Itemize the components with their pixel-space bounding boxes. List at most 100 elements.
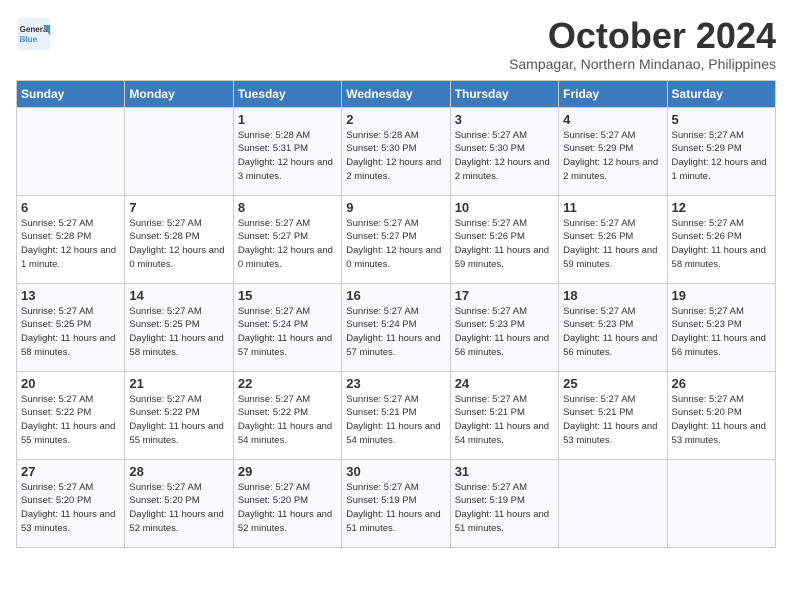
- day-info: Sunrise: 5:27 AM Sunset: 5:23 PM Dayligh…: [455, 305, 554, 360]
- day-info: Sunrise: 5:28 AM Sunset: 5:31 PM Dayligh…: [238, 129, 337, 184]
- day-info: Sunrise: 5:27 AM Sunset: 5:24 PM Dayligh…: [346, 305, 445, 360]
- calendar-cell: 29 Sunrise: 5:27 AM Sunset: 5:20 PM Dayli…: [233, 459, 341, 547]
- day-info: Sunrise: 5:27 AM Sunset: 5:28 PM Dayligh…: [129, 217, 228, 272]
- day-info: Sunrise: 5:27 AM Sunset: 5:26 PM Dayligh…: [455, 217, 554, 272]
- day-number: 11: [563, 200, 662, 215]
- calendar-cell: 3 Sunrise: 5:27 AM Sunset: 5:30 PM Daylig…: [450, 107, 558, 195]
- calendar-cell: [17, 107, 125, 195]
- calendar-week-row: 6 Sunrise: 5:27 AM Sunset: 5:28 PM Daylig…: [17, 195, 776, 283]
- calendar-cell: 17 Sunrise: 5:27 AM Sunset: 5:23 PM Dayli…: [450, 283, 558, 371]
- calendar-cell: 4 Sunrise: 5:27 AM Sunset: 5:29 PM Daylig…: [559, 107, 667, 195]
- calendar-cell: 11Sunrise: 5:27 AM Sunset: 5:26 PM Dayli…: [559, 195, 667, 283]
- day-number: 13: [21, 288, 120, 303]
- calendar-cell: [667, 459, 775, 547]
- calendar-cell: 8 Sunrise: 5:27 AM Sunset: 5:27 PM Daylig…: [233, 195, 341, 283]
- day-info: Sunrise: 5:27 AM Sunset: 5:21 PM Dayligh…: [346, 393, 445, 448]
- day-info: Sunrise: 5:27 AM Sunset: 5:28 PM Dayligh…: [21, 217, 120, 272]
- day-of-week-header: Monday: [125, 80, 233, 107]
- day-number: 15: [238, 288, 337, 303]
- day-number: 23: [346, 376, 445, 391]
- day-number: 30: [346, 464, 445, 479]
- day-number: 3: [455, 112, 554, 127]
- day-number: 31: [455, 464, 554, 479]
- calendar-cell: 6 Sunrise: 5:27 AM Sunset: 5:28 PM Daylig…: [17, 195, 125, 283]
- day-info: Sunrise: 5:27 AM Sunset: 5:29 PM Dayligh…: [563, 129, 662, 184]
- calendar-cell: 2 Sunrise: 5:28 AM Sunset: 5:30 PM Daylig…: [342, 107, 450, 195]
- calendar-cell: 15 Sunrise: 5:27 AM Sunset: 5:24 PM Dayli…: [233, 283, 341, 371]
- day-of-week-header: Thursday: [450, 80, 558, 107]
- calendar-cell: 19 Sunrise: 5:27 AM Sunset: 5:23 PM Dayli…: [667, 283, 775, 371]
- day-info: Sunrise: 5:27 AM Sunset: 5:20 PM Dayligh…: [672, 393, 771, 448]
- calendar-header-row: SundayMondayTuesdayWednesdayThursdayFrid…: [17, 80, 776, 107]
- day-number: 9: [346, 200, 445, 215]
- calendar-cell: 20Sunrise: 5:27 AM Sunset: 5:22 PM Dayli…: [17, 371, 125, 459]
- calendar-cell: 12Sunrise: 5:27 AM Sunset: 5:26 PM Dayli…: [667, 195, 775, 283]
- day-number: 10: [455, 200, 554, 215]
- calendar-cell: 16 Sunrise: 5:27 AM Sunset: 5:24 PM Dayli…: [342, 283, 450, 371]
- calendar-cell: [125, 107, 233, 195]
- calendar-cell: 28 Sunrise: 5:27 AM Sunset: 5:20 PM Dayli…: [125, 459, 233, 547]
- day-number: 25: [563, 376, 662, 391]
- day-info: Sunrise: 5:27 AM Sunset: 5:30 PM Dayligh…: [455, 129, 554, 184]
- calendar-cell: 25 Sunrise: 5:27 AM Sunset: 5:21 PM Dayli…: [559, 371, 667, 459]
- day-info: Sunrise: 5:27 AM Sunset: 5:20 PM Dayligh…: [129, 481, 228, 536]
- day-info: Sunrise: 5:27 AM Sunset: 5:21 PM Dayligh…: [455, 393, 554, 448]
- day-number: 29: [238, 464, 337, 479]
- day-number: 1: [238, 112, 337, 127]
- day-info: Sunrise: 5:27 AM Sunset: 5:22 PM Dayligh…: [129, 393, 228, 448]
- calendar-cell: 23 Sunrise: 5:27 AM Sunset: 5:21 PM Dayli…: [342, 371, 450, 459]
- calendar-cell: 14Sunrise: 5:27 AM Sunset: 5:25 PM Dayli…: [125, 283, 233, 371]
- day-of-week-header: Friday: [559, 80, 667, 107]
- day-info: Sunrise: 5:27 AM Sunset: 5:20 PM Dayligh…: [21, 481, 120, 536]
- day-info: Sunrise: 5:27 AM Sunset: 5:27 PM Dayligh…: [238, 217, 337, 272]
- day-number: 7: [129, 200, 228, 215]
- day-of-week-header: Sunday: [17, 80, 125, 107]
- calendar-cell: 9 Sunrise: 5:27 AM Sunset: 5:27 PM Daylig…: [342, 195, 450, 283]
- title-block: October 2024 Sampagar, Northern Mindanao…: [509, 16, 776, 72]
- day-info: Sunrise: 5:27 AM Sunset: 5:19 PM Dayligh…: [346, 481, 445, 536]
- calendar-cell: 5Sunrise: 5:27 AM Sunset: 5:29 PM Daylig…: [667, 107, 775, 195]
- day-number: 19: [672, 288, 771, 303]
- calendar-week-row: 20 Sunrise: 5:27 AM Sunset: 5:22 PM Dayli…: [17, 371, 776, 459]
- day-number: 2: [346, 112, 445, 127]
- day-info: Sunrise: 5:27 AM Sunset: 5:21 PM Dayligh…: [563, 393, 662, 448]
- calendar-cell: 22 Sunrise: 5:27 AM Sunset: 5:22 PM Dayli…: [233, 371, 341, 459]
- day-info: Sunrise: 5:27 AM Sunset: 5:25 PM Dayligh…: [129, 305, 228, 360]
- day-info: Sunrise: 5:27 AM Sunset: 5:27 PM Dayligh…: [346, 217, 445, 272]
- day-number: 20: [21, 376, 120, 391]
- calendar-cell: 10 Sunrise: 5:27 AM Sunset: 5:26 PM Dayli…: [450, 195, 558, 283]
- day-number: 26: [672, 376, 771, 391]
- day-info: Sunrise: 5:27 AM Sunset: 5:23 PM Dayligh…: [563, 305, 662, 360]
- day-info: Sunrise: 5:28 AM Sunset: 5:30 PM Dayligh…: [346, 129, 445, 184]
- day-number: 16: [346, 288, 445, 303]
- subtitle: Sampagar, Northern Mindanao, Philippines: [509, 56, 776, 72]
- calendar-cell: 30 Sunrise: 5:27 AM Sunset: 5:19 PM Dayli…: [342, 459, 450, 547]
- day-number: 4: [563, 112, 662, 127]
- day-info: Sunrise: 5:27 AM Sunset: 5:19 PM Dayligh…: [455, 481, 554, 536]
- logo-icon: General Blue: [16, 16, 52, 52]
- day-info: Sunrise: 5:27 AM Sunset: 5:23 PM Dayligh…: [672, 305, 771, 360]
- page-header: General Blue October 2024 Sampagar, Nort…: [16, 16, 776, 72]
- day-number: 28: [129, 464, 228, 479]
- day-number: 27: [21, 464, 120, 479]
- day-number: 12: [672, 200, 771, 215]
- calendar-cell: [559, 459, 667, 547]
- day-number: 17: [455, 288, 554, 303]
- calendar-cell: 1 Sunrise: 5:28 AM Sunset: 5:31 PM Daylig…: [233, 107, 341, 195]
- day-info: Sunrise: 5:27 AM Sunset: 5:20 PM Dayligh…: [238, 481, 337, 536]
- day-number: 8: [238, 200, 337, 215]
- day-of-week-header: Tuesday: [233, 80, 341, 107]
- month-title: October 2024: [509, 16, 776, 56]
- calendar-cell: 27 Sunrise: 5:27 AM Sunset: 5:20 PM Dayli…: [17, 459, 125, 547]
- day-number: 24: [455, 376, 554, 391]
- day-number: 22: [238, 376, 337, 391]
- day-of-week-header: Wednesday: [342, 80, 450, 107]
- day-number: 6: [21, 200, 120, 215]
- calendar-cell: 18Sunrise: 5:27 AM Sunset: 5:23 PM Dayli…: [559, 283, 667, 371]
- calendar-cell: 7 Sunrise: 5:27 AM Sunset: 5:28 PM Daylig…: [125, 195, 233, 283]
- day-info: Sunrise: 5:27 AM Sunset: 5:24 PM Dayligh…: [238, 305, 337, 360]
- day-info: Sunrise: 5:27 AM Sunset: 5:25 PM Dayligh…: [21, 305, 120, 360]
- calendar-cell: 21Sunrise: 5:27 AM Sunset: 5:22 PM Dayli…: [125, 371, 233, 459]
- day-info: Sunrise: 5:27 AM Sunset: 5:29 PM Dayligh…: [672, 129, 771, 184]
- day-info: Sunrise: 5:27 AM Sunset: 5:22 PM Dayligh…: [238, 393, 337, 448]
